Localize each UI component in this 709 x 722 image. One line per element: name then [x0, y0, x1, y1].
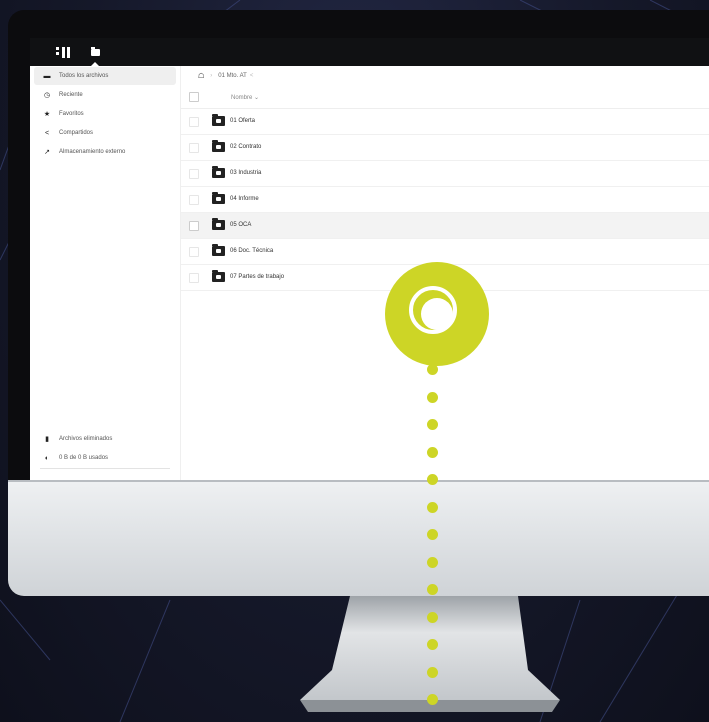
sidebar-item-label: Almacenamiento externo [59, 149, 126, 155]
table-row[interactable]: 04 Informe [181, 187, 709, 213]
row-checkbox[interactable] [189, 221, 199, 231]
dotted-line-dot [427, 612, 438, 623]
select-all-checkbox[interactable] [189, 92, 199, 102]
row-checkbox[interactable] [189, 247, 199, 257]
name-column-header[interactable]: Nombre ⌄ [231, 94, 259, 101]
folder-icon [212, 218, 225, 230]
table-row[interactable]: 02 Contrato [181, 135, 709, 161]
folder-icon [212, 192, 225, 204]
sidebar-item-all-files[interactable]: ▬ Todos los archivos [34, 67, 176, 85]
row-checkbox[interactable] [189, 169, 199, 179]
sidebar-item-external-storage[interactable]: ↗ Almacenamiento externo [34, 143, 176, 161]
target-marker [385, 262, 489, 366]
row-name[interactable]: 01 Oferta [230, 118, 255, 124]
dotted-line-dot [427, 392, 438, 403]
monitor-chin [8, 482, 709, 596]
dotted-line-dot [427, 474, 438, 485]
star-icon: ★ [43, 111, 51, 118]
breadcrumb-current[interactable]: 01 Mto. AT [218, 73, 247, 79]
sidebar-item-label: Reciente [59, 92, 83, 98]
dotted-line-dot [427, 667, 438, 678]
table-row[interactable]: 05 OCA [181, 213, 709, 239]
pie-chart-icon: ◐ [44, 454, 50, 462]
sidebar-item-quota[interactable]: ◐ 0 B de 0 B usados [34, 449, 176, 467]
files-app-icon[interactable] [91, 47, 100, 56]
sidebar-item-label: Favoritos [59, 111, 84, 117]
sidebar-item-shared[interactable]: < Compartidos [34, 124, 176, 142]
table-row[interactable]: 06 Doc. Técnica [181, 239, 709, 265]
dotted-line-dot [427, 639, 438, 650]
external-icon: ↗ [44, 149, 50, 156]
folder-icon [212, 270, 225, 282]
sidebar-item-label: Todos los archivos [59, 73, 109, 79]
row-checkbox[interactable] [189, 117, 199, 127]
clock-icon: ◷ [43, 92, 51, 99]
row-name[interactable]: 05 OCA [230, 222, 251, 228]
folder-icon: ▬ [43, 72, 51, 80]
sidebar-item-trash[interactable]: ▮ Archivos eliminados [34, 430, 176, 448]
breadcrumb-separator: › [210, 72, 213, 79]
dotted-line-dot [427, 447, 438, 458]
row-name[interactable]: 07 Partes de trabajo [230, 274, 284, 280]
sidebar-item-favorites[interactable]: ★ Favoritos [34, 105, 176, 123]
share-icon: < [44, 129, 50, 137]
home-icon[interactable]: ☖ [198, 72, 204, 80]
row-name[interactable]: 02 Contrato [230, 144, 261, 150]
dotted-line-dot [427, 502, 438, 513]
folder-icon [212, 166, 225, 178]
sidebar: ▬ Todos los archivos ◷ Reciente ★ Favori… [30, 66, 181, 480]
dotted-line-dot [427, 584, 438, 595]
row-name[interactable]: 04 Informe [230, 196, 259, 202]
folder-icon [212, 140, 225, 152]
sidebar-item-recent[interactable]: ◷ Reciente [34, 86, 176, 104]
table-header: Nombre ⌄ [181, 86, 709, 109]
row-checkbox[interactable] [189, 195, 199, 205]
row-checkbox[interactable] [189, 273, 199, 283]
folder-icon [212, 244, 225, 256]
table-row[interactable]: 01 Oferta [181, 109, 709, 135]
dotted-line-dot [427, 364, 438, 375]
sidebar-item-label: Compartidos [59, 130, 94, 136]
sidebar-item-label: Archivos eliminados [59, 436, 113, 442]
row-name[interactable]: 06 Doc. Técnica [230, 248, 273, 254]
dotted-line-dot [427, 694, 438, 705]
table-row[interactable]: 03 Industria [181, 161, 709, 187]
breadcrumb: ☖ › 01 Mto. AT < [181, 66, 709, 85]
trash-icon: ▮ [45, 436, 49, 443]
row-checkbox[interactable] [189, 143, 199, 153]
row-name[interactable]: 03 Industria [230, 170, 261, 176]
quota-label: 0 B de 0 B usados [59, 455, 109, 461]
top-bar [30, 38, 709, 66]
quota-bar [40, 468, 170, 469]
share-icon[interactable]: < [250, 73, 254, 79]
dotted-line-dot [427, 419, 438, 430]
screen: ▬ Todos los archivos ◷ Reciente ★ Favori… [30, 38, 709, 480]
folder-icon [212, 114, 225, 126]
dotted-line-dot [427, 557, 438, 568]
apps-menu-icon[interactable] [56, 47, 76, 58]
dotted-line-dot [427, 529, 438, 540]
target-center [421, 298, 453, 330]
